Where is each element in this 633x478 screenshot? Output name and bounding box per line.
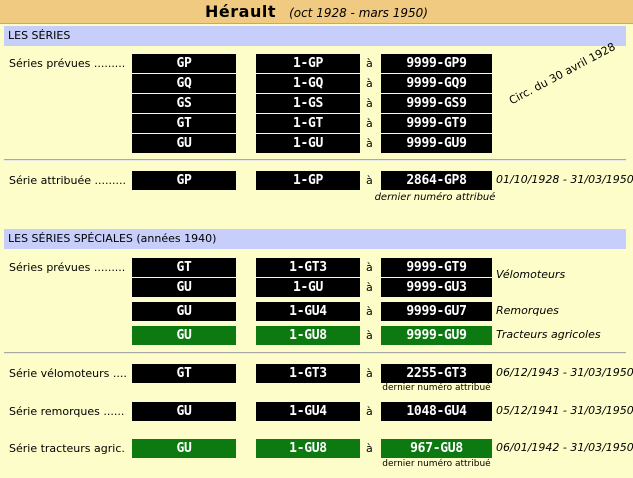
plate-to: 9999-GU7 — [381, 302, 492, 321]
connector-a: à — [366, 174, 373, 187]
connector-a: à — [366, 97, 373, 110]
plate-from: 1-GU — [256, 134, 360, 153]
date-range: 06/01/1942 - 31/03/1950 — [496, 441, 633, 454]
plate-from: 1-GU4 — [256, 402, 360, 421]
category-note-remorques: Remorques — [496, 304, 559, 317]
plate-to: 1048-GU4 — [381, 402, 492, 421]
page-title-bar: Hérault (oct 1928 - mars 1950) — [0, 0, 633, 24]
series-attributed-label: Série attribuée ......... — [9, 174, 126, 187]
section-header-special: LES SÉRIES SPÉCIALES (années 1940) — [4, 229, 626, 249]
page-title: Hérault — [205, 2, 276, 21]
plate-from: 1-GS — [256, 94, 360, 113]
plate-code: GU — [132, 278, 236, 297]
plate-to: 9999-GT9 — [381, 258, 492, 277]
plate-from: 1-GT3 — [256, 364, 360, 383]
plate-code-green: GU — [132, 326, 236, 345]
plate-code: GU — [132, 134, 236, 153]
divider — [4, 159, 626, 161]
plate-from: 1-GU — [256, 278, 360, 297]
connector-a: à — [366, 57, 373, 70]
plate-to: 9999-GT9 — [381, 114, 492, 133]
plate-to: 9999-GS9 — [381, 94, 492, 113]
special-planned-label: Séries prévues ......... — [9, 261, 126, 274]
date-range: 01/10/1928 - 31/03/1950 — [496, 173, 633, 186]
connector-a: à — [366, 367, 373, 380]
page-subtitle: (oct 1928 - mars 1950) — [289, 6, 428, 20]
connector-a: à — [366, 442, 373, 455]
plate-to: 9999-GU3 — [381, 278, 492, 297]
connector-a: à — [366, 405, 373, 418]
category-note-tracteurs: Tracteurs agricoles — [496, 328, 601, 341]
connector-a: à — [366, 305, 373, 318]
date-range: 05/12/1941 - 31/03/1950 — [496, 404, 633, 417]
remorques-series-label: Série remorques ...... — [9, 405, 125, 418]
connector-a: à — [366, 329, 373, 342]
plate-code: GP — [132, 54, 236, 73]
plate-code: GT — [132, 114, 236, 133]
plate-code: GS — [132, 94, 236, 113]
plate-from-green: 1-GU8 — [256, 326, 360, 345]
plate-from: 1-GT — [256, 114, 360, 133]
plate-code-green: GU — [132, 439, 236, 458]
circular-note: Circ. du 30 avril 1928 — [506, 40, 618, 108]
plate-from: 1-GU4 — [256, 302, 360, 321]
plate-to: 2864-GP8 — [381, 171, 492, 190]
plate-from-green: 1-GU8 — [256, 439, 360, 458]
plate-to-green: 967-GU8 — [381, 439, 492, 458]
plate-to: 9999-GQ9 — [381, 74, 492, 93]
date-range: 06/12/1943 - 31/03/1950 — [496, 366, 633, 379]
plate-to: 9999-GU9 — [381, 134, 492, 153]
plate-code: GT — [132, 364, 236, 383]
last-number-note: dernier numéro attribué — [374, 192, 496, 203]
last-number-note: dernier numéro attribué — [382, 383, 491, 393]
last-number-note: dernier numéro attribué — [382, 459, 491, 469]
connector-a: à — [366, 137, 373, 150]
connector-a: à — [366, 281, 373, 294]
velomoteurs-series-label: Série vélomoteurs .... — [9, 367, 127, 380]
plate-from: 1-GP — [256, 54, 360, 73]
plate-code: GU — [132, 402, 236, 421]
connector-a: à — [366, 77, 373, 90]
connector-a: à — [366, 261, 373, 274]
plate-code: GP — [132, 171, 236, 190]
tracteurs-series-label: Série tracteurs agric. — [9, 442, 125, 455]
plate-code: GT — [132, 258, 236, 277]
plate-code: GQ — [132, 74, 236, 93]
plate-to-green: 9999-GU9 — [381, 326, 492, 345]
category-note-velomoteurs: Vélomoteurs — [496, 268, 566, 281]
plate-to: 9999-GP9 — [381, 54, 492, 73]
plate-to: 2255-GT3 — [381, 364, 492, 383]
plate-from: 1-GT3 — [256, 258, 360, 277]
section-header-series: LES SÉRIES — [4, 26, 626, 46]
series-planned-label: Séries prévues ......... — [9, 57, 126, 70]
plate-from: 1-GQ — [256, 74, 360, 93]
plate-code: GU — [132, 302, 236, 321]
plate-from: 1-GP — [256, 171, 360, 190]
divider — [4, 352, 626, 354]
connector-a: à — [366, 117, 373, 130]
